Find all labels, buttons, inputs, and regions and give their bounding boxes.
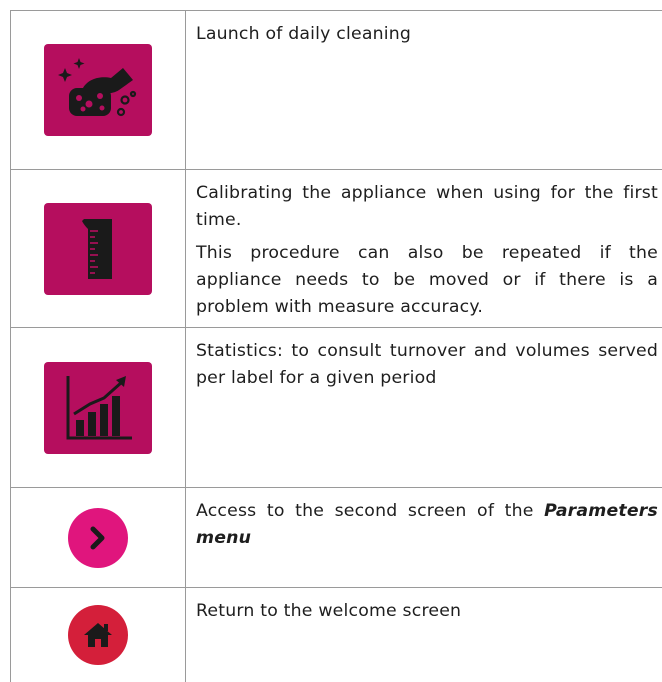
icon-cell — [10, 170, 186, 327]
table-row: Statistics: to consult turnover and volu… — [10, 328, 662, 488]
row-text-secondary: This procedure can also be repeated if t… — [196, 243, 658, 317]
icon-cell — [10, 488, 186, 587]
table-row: Return to the welcome screen — [10, 588, 662, 682]
statistics-chart-icon — [44, 361, 152, 454]
row-text: Access to the second screen of the Param… — [196, 498, 658, 552]
description-cell: Statistics: to consult turnover and volu… — [186, 328, 662, 487]
description-cell: Return to the welcome screen — [186, 588, 662, 682]
icon-cell — [10, 11, 186, 169]
icon-legend-table: Launch of daily cleaning Calibrating the… — [10, 10, 662, 682]
description-cell: Launch of daily cleaning — [186, 11, 662, 169]
table-row: Calibrating the appliance when using for… — [10, 170, 662, 328]
row-text: Calibrating the appliance when using for… — [196, 183, 658, 230]
row-text: Launch of daily cleaning — [196, 24, 412, 44]
icon-cell — [10, 328, 186, 487]
cleaning-icon — [44, 44, 152, 136]
icon-cell — [10, 588, 186, 682]
row-text-prefix: Access to the second screen of the — [196, 501, 545, 521]
home-icon — [68, 605, 128, 665]
description-cell: Access to the second screen of the Param… — [186, 488, 662, 587]
description-cell: Calibrating the appliance when using for… — [186, 170, 662, 327]
chevron-right-icon — [68, 507, 128, 568]
table-row: Access to the second screen of the Param… — [10, 488, 662, 588]
row-text: Statistics: to consult turnover and volu… — [196, 341, 658, 388]
measuring-cup-icon — [44, 202, 152, 295]
table-row: Launch of daily cleaning — [10, 11, 662, 170]
row-text: Return to the welcome screen — [196, 601, 462, 621]
